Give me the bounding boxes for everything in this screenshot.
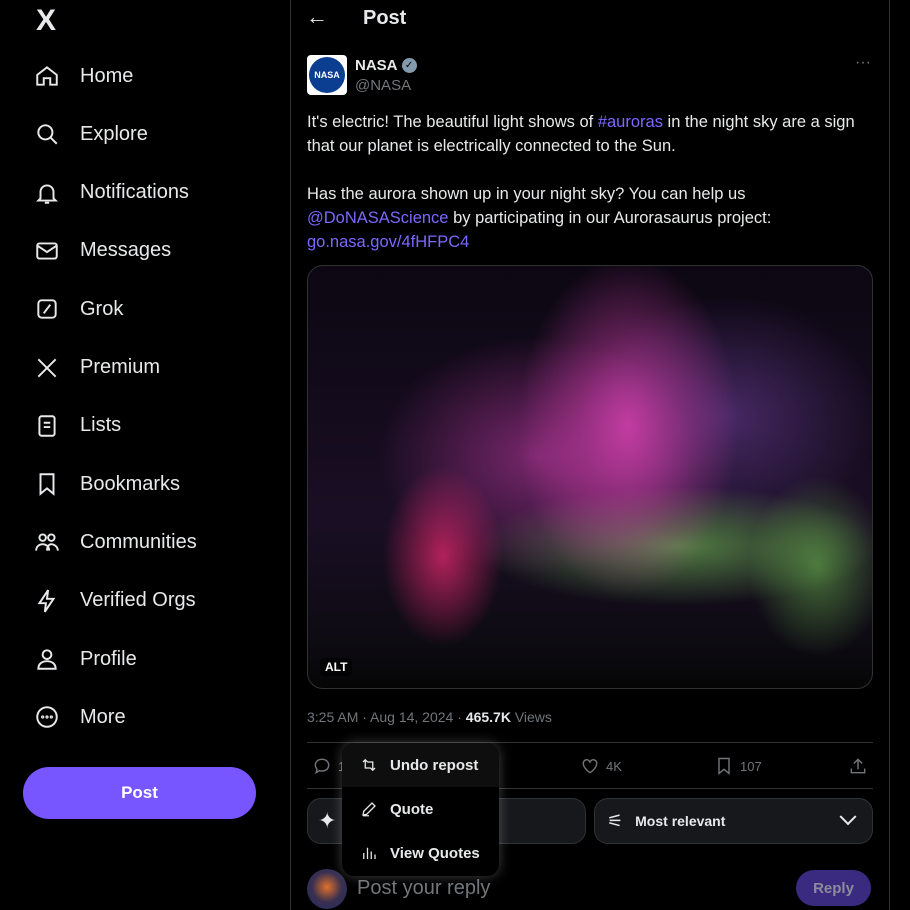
repost-icon <box>362 758 376 772</box>
sidebar-item-explore[interactable]: Explore <box>34 121 148 147</box>
reply-input[interactable]: Post your reply <box>357 877 490 900</box>
person-icon <box>37 649 57 670</box>
sidebar-item-label: Grok <box>80 297 124 320</box>
more-circle-icon <box>36 706 58 729</box>
pencil-icon <box>362 802 376 817</box>
sidebar-item-label: Profile <box>80 647 137 670</box>
sidebar-item-home[interactable]: Home <box>34 63 133 89</box>
sidebar-item-label: More <box>80 705 126 728</box>
sidebar-item-label: Home <box>80 64 134 87</box>
like-button[interactable]: 4K <box>580 756 622 776</box>
hashtag-link[interactable]: #auroras <box>598 113 663 131</box>
back-button[interactable]: ← <box>306 4 328 30</box>
x-logo[interactable]: X <box>36 4 56 38</box>
repost-menu: Undo repost Quote View Quotes <box>342 743 499 876</box>
sort-dropdown[interactable]: ⚟ Most relevant <box>594 798 873 844</box>
sidebar-item-label: Bookmarks <box>80 472 181 495</box>
page-title: Post <box>363 7 407 29</box>
divider <box>889 0 890 910</box>
sidebar-item-profile[interactable]: Profile <box>34 646 137 672</box>
sidebar-item-lists[interactable]: Lists <box>34 413 121 439</box>
avatar[interactable]: NASA <box>307 55 347 95</box>
sidebar-item-bookmarks[interactable]: Bookmarks <box>34 471 180 497</box>
sliders-icon: ⚟ <box>607 810 624 831</box>
search-icon <box>37 124 58 145</box>
bookmark-icon <box>39 473 55 496</box>
sidebar-item-label: Verified Orgs <box>80 589 196 612</box>
sidebar-item-grok[interactable]: Grok <box>34 296 123 322</box>
reply-button[interactable]: 1 <box>312 756 345 776</box>
sidebar-item-label: Messages <box>80 239 172 262</box>
list-icon <box>38 415 56 437</box>
heart-icon <box>582 759 598 774</box>
mail-icon <box>36 242 58 260</box>
menu-item-view-quotes[interactable]: View Quotes <box>342 831 499 875</box>
sidebar-item-label: Lists <box>80 414 122 437</box>
bell-icon <box>35 184 59 204</box>
alt-badge[interactable]: ALT <box>320 658 353 676</box>
sidebar-item-more[interactable]: More <box>34 704 126 730</box>
share-button[interactable] <box>848 756 868 776</box>
sidebar-item-label: Premium <box>80 356 161 378</box>
timestamp: 3:25 AM · Aug 14, 2024 · 465.7K Views <box>307 709 552 725</box>
bookmark-icon <box>718 757 730 776</box>
sidebar-item-label: Notifications <box>80 181 189 204</box>
sidebar-item-label: Explore <box>80 122 148 145</box>
divider <box>290 0 291 910</box>
x-icon <box>37 358 57 377</box>
communities-icon <box>35 533 59 552</box>
sidebar-item-communities[interactable]: Communities <box>34 529 197 555</box>
sparkle-icon: ✦ <box>318 808 337 833</box>
sidebar-item-verified-orgs[interactable]: Verified Orgs <box>34 588 196 614</box>
sidebar-item-label: Communities <box>80 530 197 553</box>
share-icon <box>850 758 866 774</box>
menu-item-quote[interactable]: Quote <box>342 787 499 831</box>
tweet-image[interactable]: ALT <box>307 265 873 689</box>
mention-link[interactable]: @DoNASAScience <box>307 209 448 227</box>
home-icon <box>36 66 58 86</box>
author-name[interactable]: NASA <box>355 57 398 74</box>
grok-icon <box>37 299 57 319</box>
url-link[interactable]: go.nasa.gov/4fHFPC4 <box>307 233 469 251</box>
menu-item-undo-repost[interactable]: Undo repost <box>342 743 499 787</box>
comment-icon <box>314 758 330 775</box>
chart-icon <box>363 847 376 859</box>
sidebar-item-messages[interactable]: Messages <box>34 238 171 264</box>
sort-label: Most relevant <box>635 813 726 829</box>
more-options-icon[interactable]: ··· <box>855 54 871 72</box>
post-button[interactable]: Post <box>23 767 256 819</box>
reply-button[interactable]: Reply <box>796 870 871 906</box>
verified-badge-icon: ✓ <box>401 58 417 73</box>
sidebar-item-premium[interactable]: Premium <box>34 355 160 381</box>
author-handle[interactable]: @NASA <box>355 77 411 94</box>
sidebar-item-notifications[interactable]: Notifications <box>34 180 189 206</box>
lightning-icon <box>37 589 56 613</box>
tweet-text: It's electric! The beautiful light shows… <box>307 113 855 251</box>
chevron-down-icon <box>839 808 857 826</box>
user-avatar[interactable] <box>307 869 347 909</box>
bookmark-button[interactable]: 107 <box>714 756 762 776</box>
